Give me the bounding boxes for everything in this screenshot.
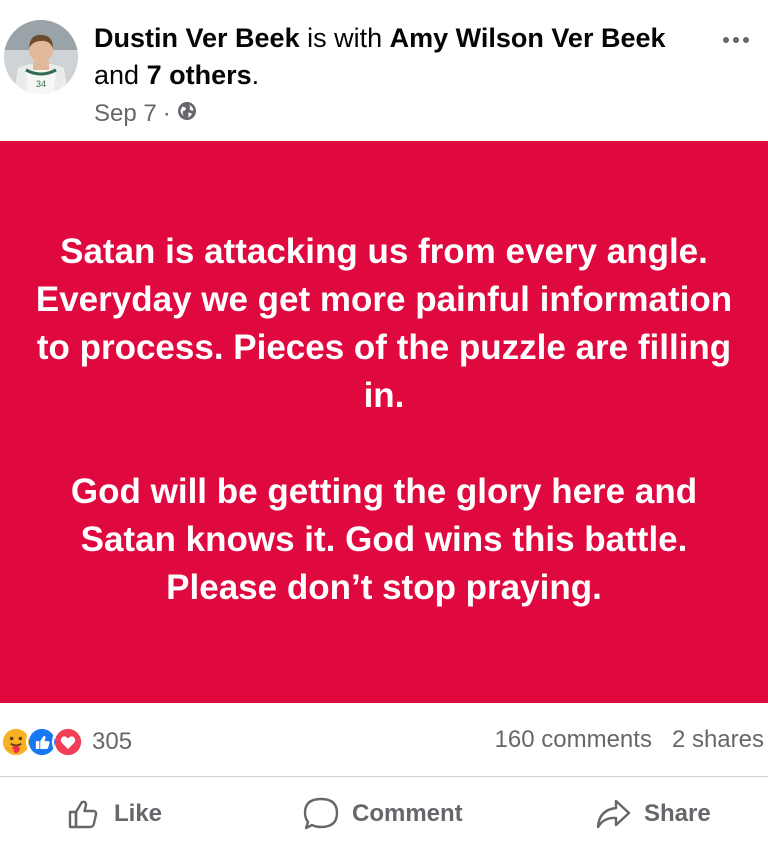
like-button[interactable]: Like	[66, 784, 162, 844]
with-text: is with	[307, 23, 383, 53]
globe-icon	[177, 100, 197, 128]
more-options-button[interactable]	[714, 26, 758, 54]
comments-count-link[interactable]: 160 comments	[495, 726, 652, 754]
meta-separator: ·	[162, 100, 171, 127]
more-dot	[723, 37, 729, 43]
tagged-others-link[interactable]: 7 others	[147, 60, 252, 90]
post-paragraph-1: Satan is attacking us from every angle. …	[35, 232, 733, 415]
comment-button[interactable]: Comment	[302, 784, 463, 844]
divider	[0, 776, 768, 777]
post-author-line: Dustin Ver Beek is with Amy Wilson Ver B…	[94, 20, 714, 94]
reactions-count: 305	[92, 728, 133, 755]
post-stats: 305 160 comments 2 shares	[0, 720, 768, 764]
post-date[interactable]: Sep 7	[94, 100, 157, 128]
thumbs-up-icon	[68, 800, 98, 829]
share-arrow-icon	[596, 799, 631, 829]
engagement-counts: 160 comments 2 shares	[495, 726, 764, 754]
post-header: 34 Dustin Ver Beek is with Amy Wilson Ve…	[0, 0, 768, 140]
comment-label: Comment	[352, 800, 463, 827]
and-text: and	[94, 60, 140, 90]
avatar-photo: 34	[4, 20, 78, 94]
more-dot	[733, 37, 739, 43]
post-actions-bar: Like Comment Share	[0, 784, 768, 846]
love-icon	[52, 726, 84, 758]
svg-text:34: 34	[36, 79, 46, 89]
share-button[interactable]: Share	[594, 784, 711, 844]
comment-bubble-icon	[303, 797, 339, 830]
post-text-card[interactable]: Satan is attacking us from every angle. …	[0, 141, 768, 703]
post-text: Satan is attacking us from every angle. …	[34, 228, 734, 612]
period-text: .	[251, 60, 260, 90]
reactions-summary[interactable]: 305	[0, 726, 132, 758]
share-label: Share	[644, 800, 711, 827]
author-name[interactable]: Dustin Ver Beek	[94, 23, 300, 53]
author-avatar[interactable]: 34	[4, 20, 78, 94]
shares-count-link[interactable]: 2 shares	[672, 726, 764, 754]
more-dot	[743, 37, 749, 43]
tagged-person[interactable]: Amy Wilson Ver Beek	[390, 23, 666, 53]
like-label: Like	[114, 800, 163, 827]
post-meta: Sep 7 ·	[94, 97, 197, 131]
post-paragraph-2: God will be getting the glory here and S…	[70, 472, 698, 607]
